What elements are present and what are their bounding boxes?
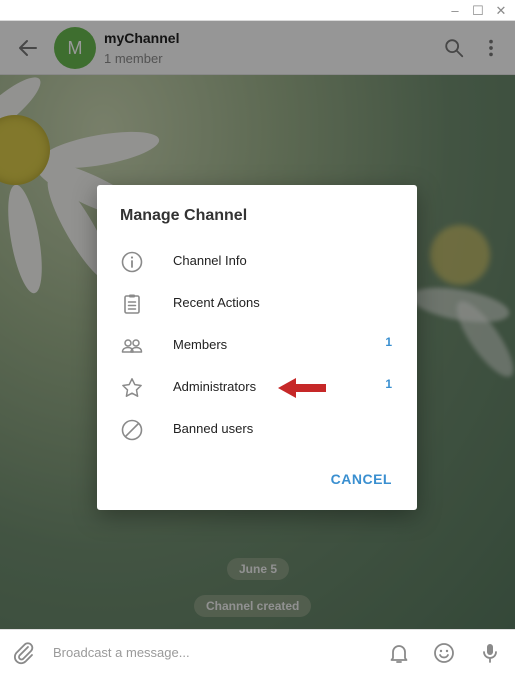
message-composer: Broadcast a message... [0, 629, 515, 675]
menu-item-members[interactable]: Members 1 [97, 325, 417, 367]
members-icon [121, 339, 143, 353]
menu-item-recent-actions[interactable]: Recent Actions [97, 283, 417, 325]
menu-item-label: Administrators [173, 379, 257, 394]
menu-item-label: Recent Actions [173, 295, 260, 310]
window-titlebar: ‒ ☐ ✕ [0, 0, 515, 21]
menu-item-banned-users[interactable]: Banned users [97, 409, 417, 451]
attach-icon[interactable] [12, 641, 36, 665]
star-icon [122, 378, 142, 397]
menu-item-label: Banned users [173, 421, 254, 436]
close-window-button[interactable]: ✕ [492, 2, 510, 18]
menu-item-label: Channel Info [173, 253, 247, 268]
menu-item-label: Members [173, 337, 228, 352]
maximize-button[interactable]: ☐ [469, 2, 487, 18]
annotation-arrow-icon [278, 378, 326, 398]
manage-channel-dialog: Manage Channel Channel Info Recent Actio… [97, 185, 417, 510]
message-input[interactable]: Broadcast a message... [53, 645, 190, 660]
ban-icon [121, 419, 143, 441]
members-count: 1 [385, 335, 392, 349]
dialog-title: Manage Channel [120, 207, 248, 224]
clipboard-icon [124, 294, 140, 314]
menu-item-channel-info[interactable]: Channel Info [97, 241, 417, 283]
info-icon [121, 251, 143, 273]
microphone-icon[interactable] [478, 641, 502, 665]
emoji-icon[interactable] [432, 641, 456, 665]
bell-icon[interactable] [387, 641, 411, 665]
administrators-count: 1 [385, 377, 392, 391]
minimize-button[interactable]: ‒ [446, 2, 464, 18]
cancel-button[interactable]: CANCEL [331, 471, 392, 487]
menu-item-administrators[interactable]: Administrators 1 [97, 367, 417, 409]
